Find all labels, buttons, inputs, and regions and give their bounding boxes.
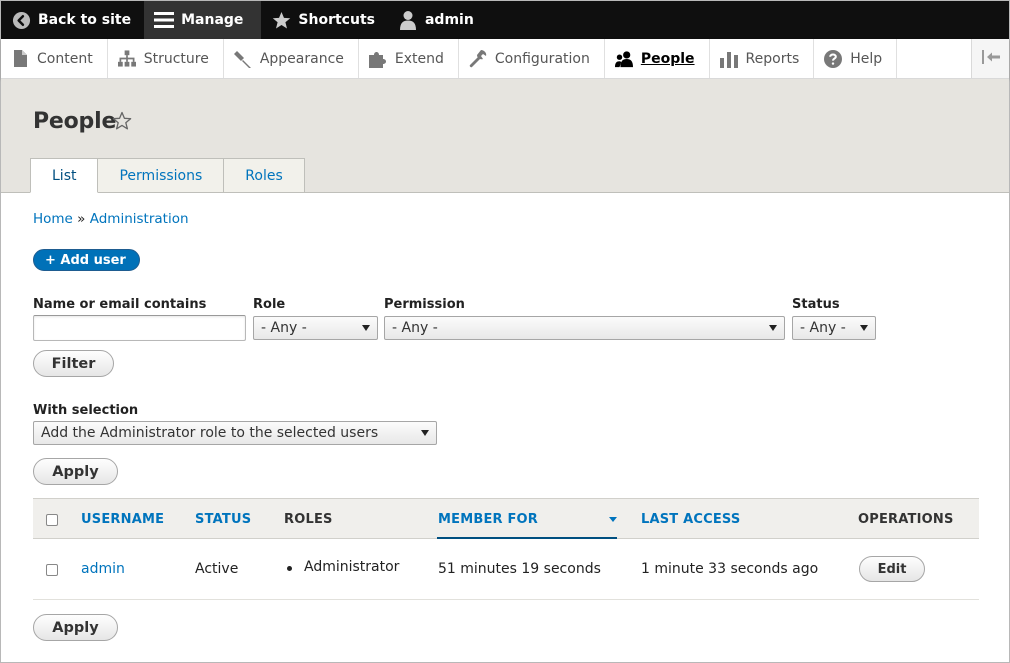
admin-menu-tray: Content Structure Appearance Extend Conf… <box>1 39 1009 79</box>
permission-select-value: - Any - <box>392 320 438 336</box>
role-select[interactable]: - Any - <box>253 316 378 340</box>
arrow-left-circle-icon <box>11 10 31 30</box>
permission-filter-label: Permission <box>384 297 465 312</box>
apply-button-bottom[interactable]: Apply <box>33 614 118 641</box>
breadcrumb: Home » Administration <box>33 211 189 227</box>
chevron-down-icon <box>421 430 429 436</box>
back-to-site-label: Back to site <box>38 12 132 28</box>
status-select-value: - Any - <box>800 320 846 336</box>
breadcrumb-home[interactable]: Home <box>33 211 73 227</box>
column-header-username[interactable]: USERNAME <box>81 512 164 527</box>
apply-button-top[interactable]: Apply <box>33 458 118 485</box>
with-selection-label: With selection <box>33 403 139 418</box>
users-table: USERNAME STATUS ROLES MEMBER FOR LAST AC… <box>33 498 979 600</box>
name-filter-label: Name or email contains <box>33 297 207 312</box>
name-email-input[interactable] <box>33 315 246 341</box>
bar-chart-icon <box>719 50 738 68</box>
chevron-down-icon <box>860 325 868 331</box>
page-header: People List Permissions Roles <box>1 79 1009 193</box>
edit-user-button[interactable]: Edit <box>859 556 925 582</box>
tray-item-people[interactable]: People <box>605 39 710 78</box>
status-select[interactable]: - Any - <box>792 316 876 340</box>
bulk-action-select[interactable]: Add the Administrator role to the select… <box>33 421 437 445</box>
tab-permissions[interactable]: Permissions <box>97 158 225 192</box>
people-icon <box>614 50 633 68</box>
user-icon <box>398 10 418 30</box>
user-status: Active <box>195 561 239 577</box>
tray-item-appearance[interactable]: Appearance <box>224 39 359 78</box>
tray-item-label: Structure <box>143 50 209 67</box>
star-filled-icon <box>271 10 291 30</box>
tray-item-extend[interactable]: Extend <box>359 39 459 78</box>
collapse-arrow-icon <box>981 49 1000 68</box>
primary-tabs: List Permissions Roles <box>30 158 305 193</box>
user-account-toggle[interactable]: admin <box>388 1 487 39</box>
tray-item-label: Extend <box>394 50 444 67</box>
column-header-operations: OPERATIONS <box>858 512 954 527</box>
user-role: Administrator <box>304 559 400 575</box>
tray-item-label: Appearance <box>259 50 344 67</box>
sitemap-icon <box>117 50 136 68</box>
bulk-action-value: Add the Administrator role to the select… <box>41 425 379 441</box>
permission-select[interactable]: - Any - <box>384 316 785 340</box>
sort-descending-icon <box>609 517 617 522</box>
add-user-button[interactable]: + Add user <box>33 249 140 271</box>
puzzle-icon <box>368 50 387 68</box>
column-header-roles: ROLES <box>284 512 333 527</box>
tray-item-structure[interactable]: Structure <box>108 39 224 78</box>
chevron-down-icon <box>362 325 370 331</box>
column-header-member-for[interactable]: MEMBER FOR <box>438 512 538 527</box>
chevron-down-icon <box>769 325 777 331</box>
row-select-checkbox[interactable] <box>46 564 58 576</box>
role-select-value: - Any - <box>261 320 307 336</box>
page-title: People <box>33 109 117 134</box>
select-all-checkbox[interactable] <box>46 514 58 526</box>
tab-roles[interactable]: Roles <box>223 158 305 192</box>
tray-item-label: Reports <box>745 50 800 67</box>
member-for-value: 51 minutes 19 seconds <box>438 561 601 577</box>
document-icon <box>11 50 29 68</box>
tray-item-content[interactable]: Content <box>1 39 108 78</box>
tray-item-reports[interactable]: Reports <box>710 39 815 78</box>
tray-item-label: Content <box>37 50 93 67</box>
tray-item-label: People <box>640 50 695 67</box>
paintbrush-icon <box>233 50 252 68</box>
admin-toolbar: Back to site Manage Shortcuts admin <box>1 1 1009 39</box>
column-header-status[interactable]: STATUS <box>195 512 251 527</box>
role-filter-label: Role <box>253 297 286 312</box>
username-link[interactable]: admin <box>81 561 125 577</box>
column-header-last-access[interactable]: LAST ACCESS <box>641 512 740 527</box>
hamburger-menu-icon <box>154 10 175 30</box>
last-access-value: 1 minute 33 seconds ago <box>641 561 819 577</box>
filter-button[interactable]: Filter <box>33 350 114 377</box>
tray-orientation-toggle[interactable] <box>971 39 1009 78</box>
question-circle-icon <box>824 49 843 68</box>
add-shortcut-star-icon[interactable] <box>112 111 132 135</box>
breadcrumb-administration[interactable]: Administration <box>90 211 189 227</box>
table-row: admin Active Administrator 51 minutes 19… <box>33 539 979 600</box>
back-to-site-link[interactable]: Back to site <box>1 1 144 39</box>
tray-item-label: Configuration <box>494 50 590 67</box>
list-bullet <box>287 566 292 571</box>
status-filter-label: Status <box>792 297 840 312</box>
user-name-label: admin <box>424 12 474 28</box>
tray-item-configuration[interactable]: Configuration <box>459 39 605 78</box>
shortcuts-label: Shortcuts <box>298 12 375 28</box>
breadcrumb-separator: » <box>77 211 86 227</box>
wrench-icon <box>469 49 487 68</box>
tray-item-label: Help <box>850 50 883 67</box>
manage-label: Manage <box>181 12 244 28</box>
manage-toggle[interactable]: Manage <box>144 1 262 39</box>
shortcuts-toggle[interactable]: Shortcuts <box>261 1 388 39</box>
tab-list[interactable]: List <box>30 158 99 193</box>
tray-item-help[interactable]: Help <box>814 39 898 78</box>
table-header-row: USERNAME STATUS ROLES MEMBER FOR LAST AC… <box>33 498 979 539</box>
